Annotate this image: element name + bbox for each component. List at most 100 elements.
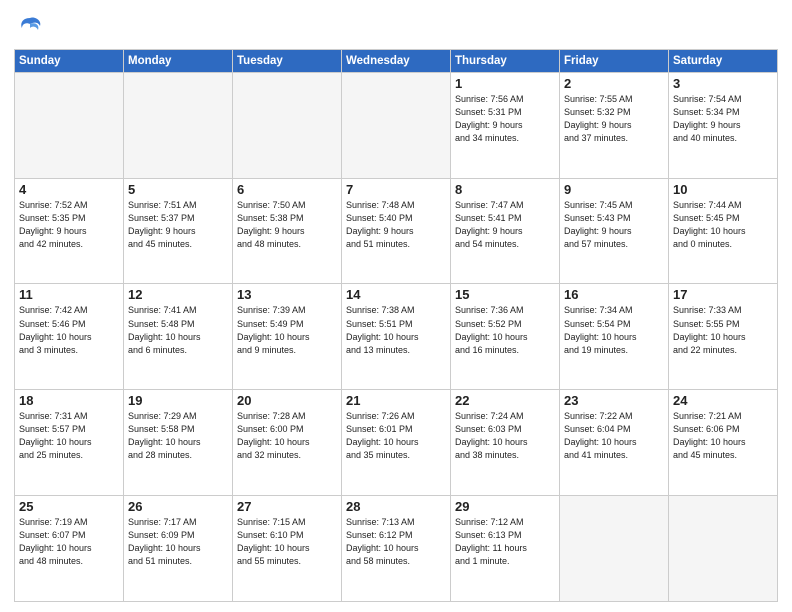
calendar-cell: 5Sunrise: 7:51 AM Sunset: 5:37 PM Daylig… bbox=[124, 178, 233, 284]
calendar-table: SundayMondayTuesdayWednesdayThursdayFrid… bbox=[14, 49, 778, 602]
day-number: 2 bbox=[564, 76, 664, 91]
calendar-cell: 9 Sunrise: 7:45 AM Sunset: 5:43 PM Daylig… bbox=[560, 178, 669, 284]
day-info: Sunrise: 7:29 AM Sunset: 5:58 PM Dayligh… bbox=[128, 410, 228, 462]
calendar-cell: 22 Sunrise: 7:24 AM Sunset: 6:03 PM Dayli… bbox=[451, 390, 560, 496]
day-info: Sunrise: 7:41 AM Sunset: 5:48 PM Dayligh… bbox=[128, 304, 228, 356]
calendar-cell: 6 Sunrise: 7:50 AM Sunset: 5:38 PM Daylig… bbox=[233, 178, 342, 284]
logo bbox=[14, 14, 44, 43]
day-info: Sunrise: 7:54 AM Sunset: 5:34 PM Dayligh… bbox=[673, 93, 773, 145]
calendar-cell: 15 Sunrise: 7:36 AM Sunset: 5:52 PM Dayli… bbox=[451, 284, 560, 390]
calendar-cell: 14 Sunrise: 7:38 AM Sunset: 5:51 PM Dayli… bbox=[342, 284, 451, 390]
calendar-cell: 24 Sunrise: 7:21 AM Sunset: 6:06 PM Dayli… bbox=[669, 390, 778, 496]
page: SundayMondayTuesdayWednesdayThursdayFrid… bbox=[0, 0, 792, 612]
day-number: 8 bbox=[455, 182, 555, 197]
day-info: Sunrise: 7:50 AM Sunset: 5:38 PM Dayligh… bbox=[237, 199, 337, 251]
day-number: 21 bbox=[346, 393, 446, 408]
day-info: Sunrise: 7:36 AM Sunset: 5:52 PM Dayligh… bbox=[455, 304, 555, 356]
calendar-week-row: 18 Sunrise: 7:31 AM Sunset: 5:57 PM Dayli… bbox=[15, 390, 778, 496]
calendar-cell: 12 Sunrise: 7:41 AM Sunset: 5:48 PM Dayli… bbox=[124, 284, 233, 390]
calendar-cell: 13Sunrise: 7:39 AM Sunset: 5:49 PM Dayli… bbox=[233, 284, 342, 390]
day-number: 6 bbox=[237, 182, 337, 197]
calendar-cell: 16 Sunrise: 7:34 AM Sunset: 5:54 PM Dayli… bbox=[560, 284, 669, 390]
day-number: 18 bbox=[19, 393, 119, 408]
calendar-cell: 17Sunrise: 7:33 AM Sunset: 5:55 PM Dayli… bbox=[669, 284, 778, 390]
day-info: Sunrise: 7:56 AM Sunset: 5:31 PM Dayligh… bbox=[455, 93, 555, 145]
calendar-cell: 8 Sunrise: 7:47 AM Sunset: 5:41 PM Daylig… bbox=[451, 178, 560, 284]
day-number: 19 bbox=[128, 393, 228, 408]
day-number: 4 bbox=[19, 182, 119, 197]
day-number: 15 bbox=[455, 287, 555, 302]
day-info: Sunrise: 7:55 AM Sunset: 5:32 PM Dayligh… bbox=[564, 93, 664, 145]
logo-text bbox=[14, 14, 44, 47]
weekday-header-wednesday: Wednesday bbox=[342, 49, 451, 72]
calendar-week-row: 4 Sunrise: 7:52 AM Sunset: 5:35 PM Daylig… bbox=[15, 178, 778, 284]
weekday-header-friday: Friday bbox=[560, 49, 669, 72]
calendar-cell: 21 Sunrise: 7:26 AM Sunset: 6:01 PM Dayli… bbox=[342, 390, 451, 496]
day-info: Sunrise: 7:12 AM Sunset: 6:13 PM Dayligh… bbox=[455, 516, 555, 568]
calendar-week-row: 25Sunrise: 7:19 AM Sunset: 6:07 PM Dayli… bbox=[15, 496, 778, 602]
calendar-cell: 4 Sunrise: 7:52 AM Sunset: 5:35 PM Daylig… bbox=[15, 178, 124, 284]
calendar-cell: 29 Sunrise: 7:12 AM Sunset: 6:13 PM Dayli… bbox=[451, 496, 560, 602]
weekday-header-tuesday: Tuesday bbox=[233, 49, 342, 72]
day-number: 29 bbox=[455, 499, 555, 514]
day-number: 3 bbox=[673, 76, 773, 91]
calendar-week-row: 11 Sunrise: 7:42 AM Sunset: 5:46 PM Dayli… bbox=[15, 284, 778, 390]
day-info: Sunrise: 7:42 AM Sunset: 5:46 PM Dayligh… bbox=[19, 304, 119, 356]
logo-bird-icon bbox=[16, 14, 44, 42]
day-info: Sunrise: 7:24 AM Sunset: 6:03 PM Dayligh… bbox=[455, 410, 555, 462]
calendar-cell: 28 Sunrise: 7:13 AM Sunset: 6:12 PM Dayli… bbox=[342, 496, 451, 602]
day-info: Sunrise: 7:34 AM Sunset: 5:54 PM Dayligh… bbox=[564, 304, 664, 356]
calendar-cell: 25Sunrise: 7:19 AM Sunset: 6:07 PM Dayli… bbox=[15, 496, 124, 602]
calendar-cell: 18 Sunrise: 7:31 AM Sunset: 5:57 PM Dayli… bbox=[15, 390, 124, 496]
calendar-cell: 23Sunrise: 7:22 AM Sunset: 6:04 PM Dayli… bbox=[560, 390, 669, 496]
day-number: 23 bbox=[564, 393, 664, 408]
day-number: 7 bbox=[346, 182, 446, 197]
day-info: Sunrise: 7:33 AM Sunset: 5:55 PM Dayligh… bbox=[673, 304, 773, 356]
day-number: 9 bbox=[564, 182, 664, 197]
calendar-cell: 11 Sunrise: 7:42 AM Sunset: 5:46 PM Dayli… bbox=[15, 284, 124, 390]
day-info: Sunrise: 7:13 AM Sunset: 6:12 PM Dayligh… bbox=[346, 516, 446, 568]
day-number: 16 bbox=[564, 287, 664, 302]
day-info: Sunrise: 7:28 AM Sunset: 6:00 PM Dayligh… bbox=[237, 410, 337, 462]
day-info: Sunrise: 7:21 AM Sunset: 6:06 PM Dayligh… bbox=[673, 410, 773, 462]
day-info: Sunrise: 7:38 AM Sunset: 5:51 PM Dayligh… bbox=[346, 304, 446, 356]
calendar-cell: 10Sunrise: 7:44 AM Sunset: 5:45 PM Dayli… bbox=[669, 178, 778, 284]
calendar-cell bbox=[124, 72, 233, 178]
day-info: Sunrise: 7:15 AM Sunset: 6:10 PM Dayligh… bbox=[237, 516, 337, 568]
calendar-cell: 7 Sunrise: 7:48 AM Sunset: 5:40 PM Daylig… bbox=[342, 178, 451, 284]
day-number: 13 bbox=[237, 287, 337, 302]
header bbox=[14, 10, 778, 43]
weekday-header-thursday: Thursday bbox=[451, 49, 560, 72]
day-number: 26 bbox=[128, 499, 228, 514]
calendar-week-row: 1 Sunrise: 7:56 AM Sunset: 5:31 PM Daylig… bbox=[15, 72, 778, 178]
day-info: Sunrise: 7:17 AM Sunset: 6:09 PM Dayligh… bbox=[128, 516, 228, 568]
day-number: 11 bbox=[19, 287, 119, 302]
day-info: Sunrise: 7:52 AM Sunset: 5:35 PM Dayligh… bbox=[19, 199, 119, 251]
calendar-cell bbox=[560, 496, 669, 602]
day-number: 12 bbox=[128, 287, 228, 302]
weekday-header-row: SundayMondayTuesdayWednesdayThursdayFrid… bbox=[15, 49, 778, 72]
calendar-cell bbox=[15, 72, 124, 178]
day-info: Sunrise: 7:19 AM Sunset: 6:07 PM Dayligh… bbox=[19, 516, 119, 568]
day-number: 14 bbox=[346, 287, 446, 302]
day-number: 1 bbox=[455, 76, 555, 91]
calendar-cell: 20 Sunrise: 7:28 AM Sunset: 6:00 PM Dayli… bbox=[233, 390, 342, 496]
day-info: Sunrise: 7:26 AM Sunset: 6:01 PM Dayligh… bbox=[346, 410, 446, 462]
day-info: Sunrise: 7:51 AM Sunset: 5:37 PM Dayligh… bbox=[128, 199, 228, 251]
day-number: 24 bbox=[673, 393, 773, 408]
calendar-cell bbox=[669, 496, 778, 602]
calendar-cell: 27 Sunrise: 7:15 AM Sunset: 6:10 PM Dayli… bbox=[233, 496, 342, 602]
calendar-cell: 2 Sunrise: 7:55 AM Sunset: 5:32 PM Daylig… bbox=[560, 72, 669, 178]
day-number: 20 bbox=[237, 393, 337, 408]
weekday-header-monday: Monday bbox=[124, 49, 233, 72]
day-info: Sunrise: 7:31 AM Sunset: 5:57 PM Dayligh… bbox=[19, 410, 119, 462]
day-info: Sunrise: 7:48 AM Sunset: 5:40 PM Dayligh… bbox=[346, 199, 446, 251]
day-number: 28 bbox=[346, 499, 446, 514]
day-number: 22 bbox=[455, 393, 555, 408]
day-info: Sunrise: 7:47 AM Sunset: 5:41 PM Dayligh… bbox=[455, 199, 555, 251]
day-number: 27 bbox=[237, 499, 337, 514]
calendar-cell: 26 Sunrise: 7:17 AM Sunset: 6:09 PM Dayli… bbox=[124, 496, 233, 602]
weekday-header-saturday: Saturday bbox=[669, 49, 778, 72]
calendar-cell bbox=[342, 72, 451, 178]
day-info: Sunrise: 7:45 AM Sunset: 5:43 PM Dayligh… bbox=[564, 199, 664, 251]
